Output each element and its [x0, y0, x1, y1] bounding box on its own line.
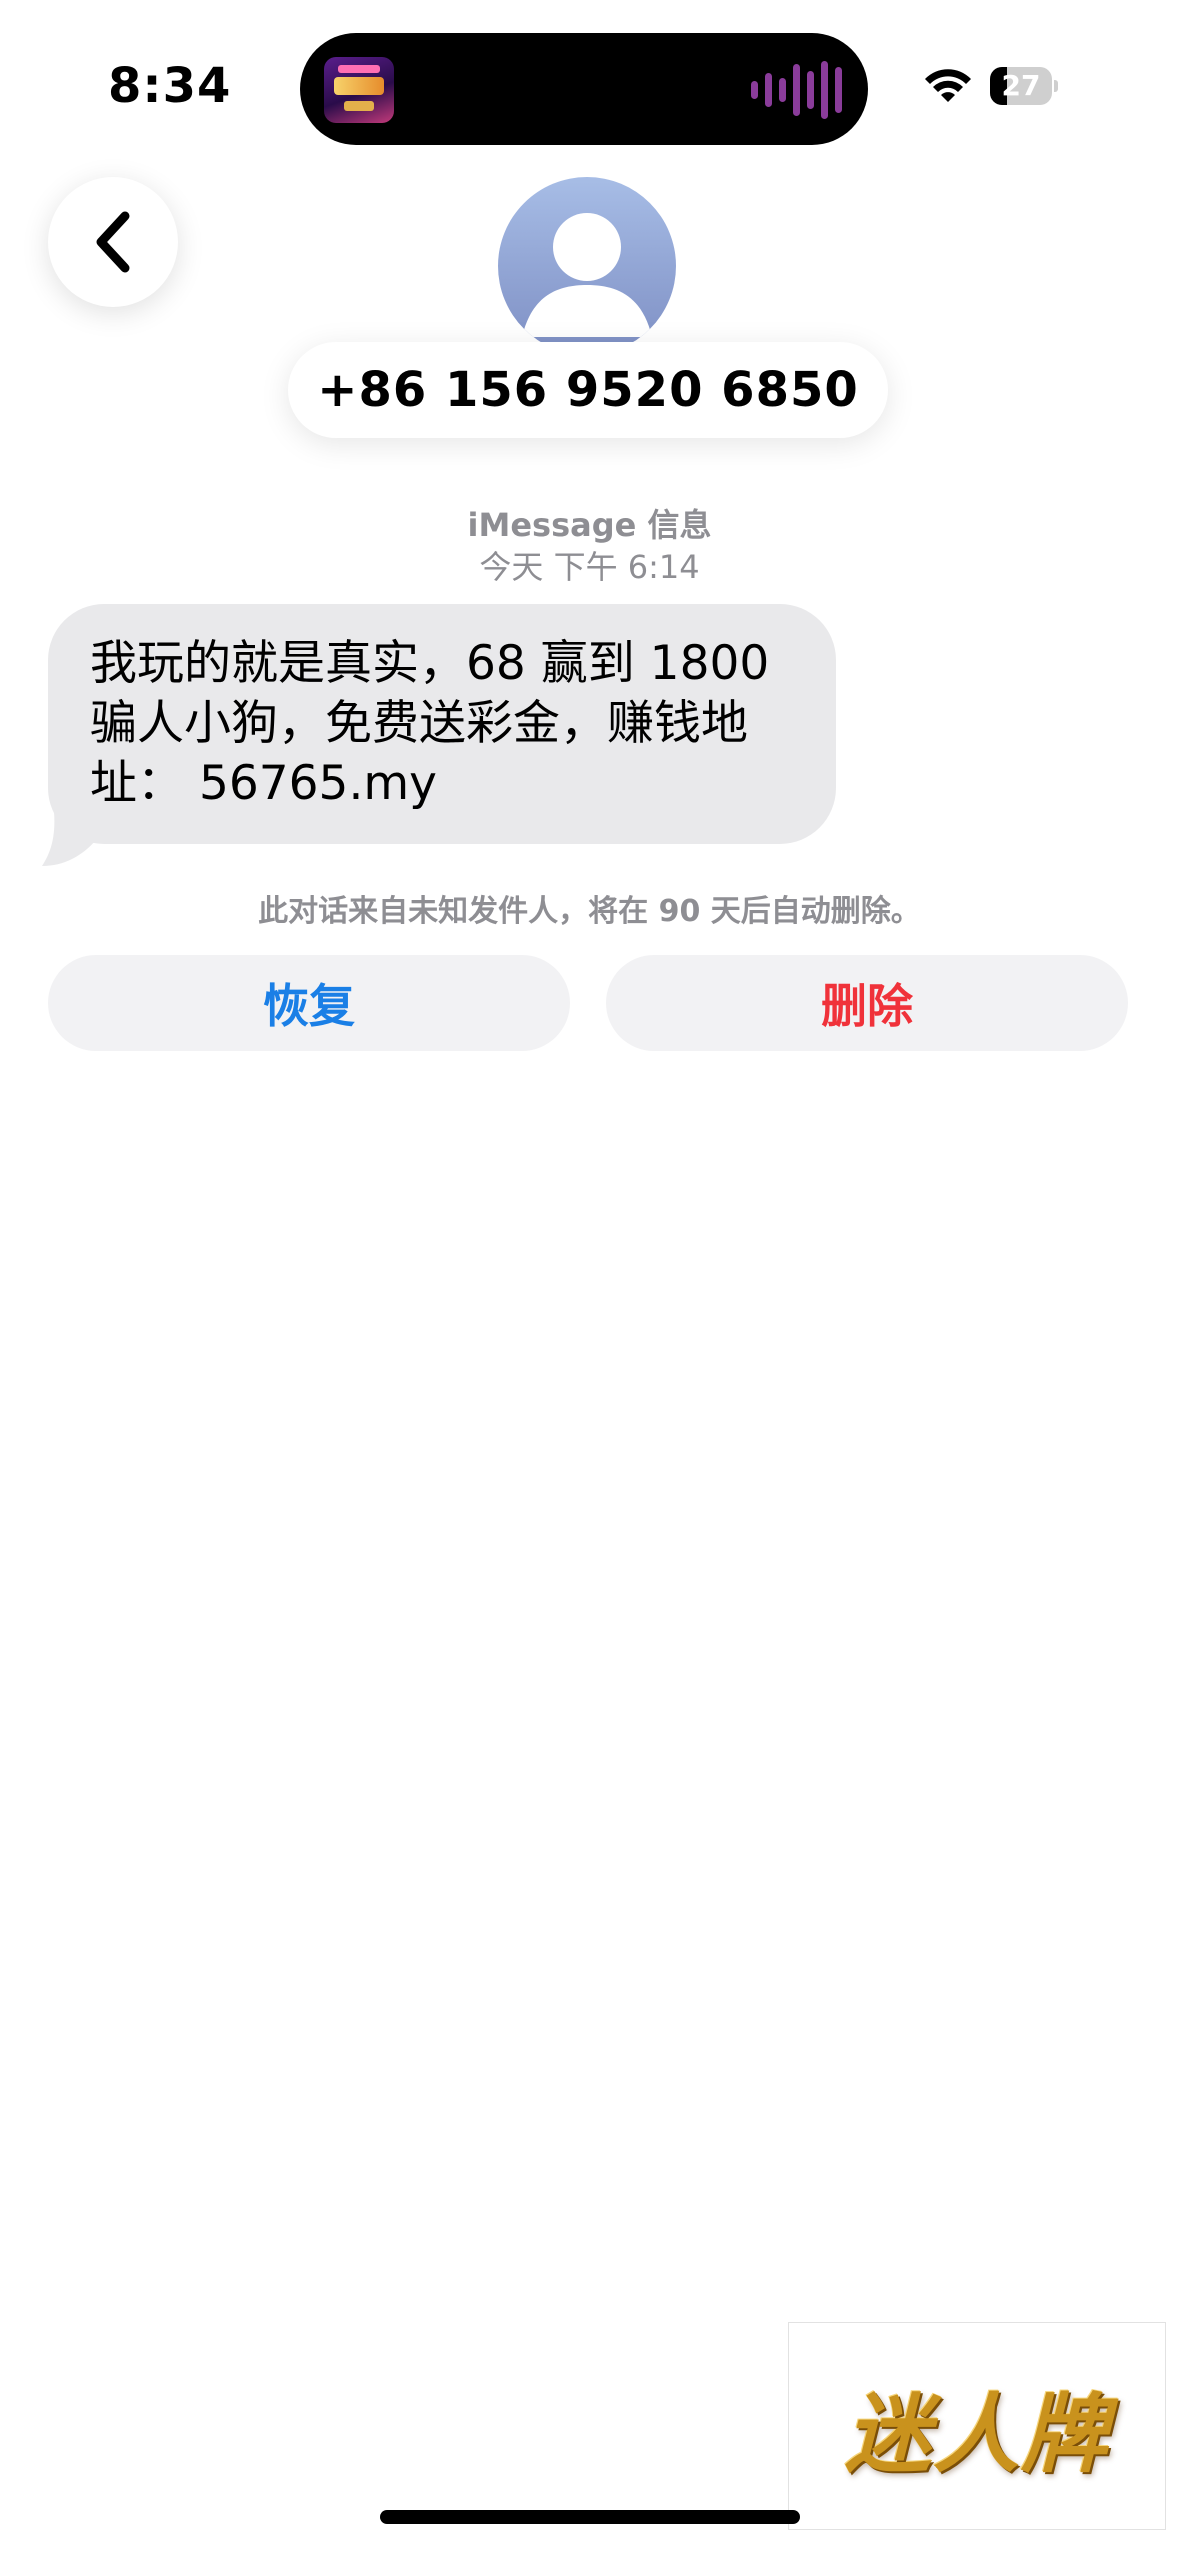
home-indicator[interactable]: [380, 2510, 800, 2524]
message-bubble-incoming[interactable]: 我玩的就是真实，68 赢到 1800 骗人小狗，免费送彩金，赚钱地址： 5676…: [48, 604, 836, 844]
battery-level: 27: [1001, 69, 1041, 102]
battery-indicator: 27: [990, 67, 1058, 105]
audio-waveform-icon: [751, 59, 842, 121]
wifi-icon: [925, 69, 971, 102]
contact-name: +86 156 9520 6850: [317, 362, 859, 418]
dynamic-island[interactable]: [300, 33, 868, 145]
back-button[interactable]: [48, 177, 178, 307]
contact-name-pill[interactable]: +86 156 9520 6850: [288, 342, 888, 438]
unknown-sender-notice: 此对话来自未知发件人，将在 90 天后自动删除。: [258, 894, 921, 929]
status-time: 8:34: [108, 58, 232, 114]
service-label: iMessage 信息: [467, 506, 712, 544]
watermark-text: 迷人牌: [845, 2383, 1109, 2485]
chevron-left-icon: [96, 211, 130, 273]
album-art-icon[interactable]: [324, 57, 394, 123]
delete-button[interactable]: 删除: [606, 955, 1128, 1051]
message-text: 我玩的就是真实，68 赢到 1800 骗人小狗，免费送彩金，赚钱地址： 5676…: [90, 636, 770, 811]
watermark-logo: 迷人牌: [788, 2322, 1166, 2530]
message-timestamp: 今天 下午 6:14: [479, 548, 700, 586]
contact-avatar[interactable]: [498, 177, 676, 355]
restore-button[interactable]: 恢复: [48, 955, 570, 1051]
person-silhouette-icon: [522, 213, 652, 337]
